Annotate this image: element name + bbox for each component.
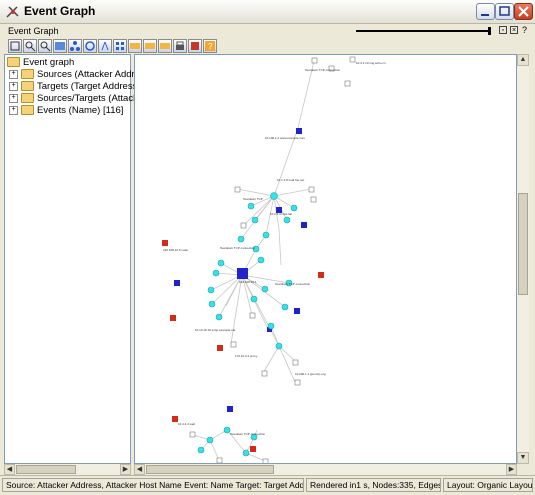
graph-canvas[interactable]: Teardown TCP connection 10.3.1.10 img.so… bbox=[134, 54, 517, 464]
status-layout-text: Layout: Organic Layout bbox=[443, 478, 533, 492]
hierarchical-layout-icon[interactable] bbox=[68, 39, 82, 53]
expand-icon[interactable]: + bbox=[9, 105, 18, 115]
help-icon[interactable]: ? bbox=[203, 39, 217, 53]
svg-text:Teardown TCP connection: Teardown TCP connection bbox=[230, 432, 265, 436]
svg-text:10.2.3.4 host.lan: 10.2.3.4 host.lan bbox=[270, 212, 293, 216]
select-tool-icon[interactable] bbox=[8, 39, 22, 53]
svg-text:192.168.10.5 node: 192.168.10.5 node bbox=[163, 248, 188, 252]
minimize-button[interactable] bbox=[476, 3, 495, 20]
filter-c-icon[interactable] bbox=[158, 39, 172, 53]
svg-text:10.100.1.2 www.example.com: 10.100.1.2 www.example.com bbox=[265, 136, 306, 140]
folder-icon bbox=[21, 105, 34, 116]
event-label: Teardown TCP connection bbox=[220, 246, 255, 250]
maximize-button[interactable] bbox=[495, 3, 514, 20]
panel-grip-line bbox=[356, 30, 488, 32]
folder-icon bbox=[21, 93, 34, 104]
export-icon[interactable] bbox=[188, 39, 202, 53]
svg-text:172.16.0.4 proxy: 172.16.0.4 proxy bbox=[235, 354, 258, 358]
tree-layout-icon[interactable] bbox=[98, 39, 112, 53]
graph-horizontal-thumb[interactable] bbox=[146, 465, 274, 474]
graph-vertical-thumb[interactable] bbox=[518, 193, 528, 295]
status-render-text: Rendered in1 s, Nodes:335, Edges:313 bbox=[306, 478, 441, 492]
tree-panel: Event graph +Sources (Attacker Address, … bbox=[4, 54, 255, 464]
svg-text:10.3.1.10 img.sohu.cn: 10.3.1.10 img.sohu.cn bbox=[356, 61, 386, 65]
zoom-in-icon[interactable] bbox=[38, 39, 52, 53]
scroll-right-icon[interactable]: ▶ bbox=[120, 464, 131, 475]
graph-layout-icon[interactable] bbox=[53, 39, 67, 53]
event-graph-app-icon bbox=[5, 4, 20, 19]
expand-icon[interactable]: + bbox=[9, 93, 18, 103]
panel-grip-thumb[interactable] bbox=[488, 27, 491, 35]
circular-layout-icon[interactable] bbox=[83, 39, 97, 53]
svg-text:10.1.1.8 mail.foo.net: 10.1.1.8 mail.foo.net bbox=[277, 178, 304, 182]
window-title: Event Graph bbox=[24, 4, 96, 18]
panel-restore-icon[interactable]: ▫ bbox=[499, 26, 507, 34]
folder-icon bbox=[7, 57, 20, 68]
center-node-label: 192.168.10.1 bbox=[239, 280, 257, 284]
svg-text:10.4.4.4 web: 10.4.4.4 web bbox=[178, 422, 196, 426]
svg-text:Teardown TCP connection: Teardown TCP connection bbox=[275, 282, 310, 286]
expand-icon[interactable]: + bbox=[9, 81, 18, 91]
tree-item-label: Events (Name) [116] bbox=[37, 105, 124, 116]
graph-scroll-right-icon[interactable]: ▶ bbox=[506, 464, 517, 475]
expand-icon[interactable]: + bbox=[9, 69, 18, 79]
svg-text:10.200.1.1 gw.corp.org: 10.200.1.1 gw.corp.org bbox=[295, 372, 326, 376]
print-icon[interactable] bbox=[173, 39, 187, 53]
folder-icon bbox=[21, 69, 34, 80]
panel-close-icon[interactable]: × bbox=[510, 26, 518, 34]
tree-root-label: Event graph bbox=[23, 57, 75, 68]
graph-scroll-left-icon[interactable]: ◀ bbox=[134, 464, 145, 475]
svg-text:Teardown TCP connection: Teardown TCP connection bbox=[305, 68, 340, 72]
scroll-down-icon[interactable]: ▼ bbox=[517, 452, 529, 464]
panel-title: Event Graph bbox=[8, 26, 59, 36]
tree-root[interactable]: Event graph bbox=[7, 57, 74, 69]
tree-scroll-thumb[interactable] bbox=[16, 465, 76, 474]
panel-help-icon[interactable]: ? bbox=[522, 25, 527, 35]
scroll-left-icon[interactable]: ◀ bbox=[4, 464, 15, 475]
scroll-up-icon[interactable]: ▲ bbox=[517, 54, 529, 66]
close-button[interactable] bbox=[514, 3, 533, 20]
svg-text:Teardown TCP: Teardown TCP bbox=[243, 197, 263, 201]
tree-item-events[interactable]: + Events (Name) [116] bbox=[9, 105, 123, 117]
filter-a-icon[interactable] bbox=[128, 39, 142, 53]
filter-b-icon[interactable] bbox=[143, 39, 157, 53]
grid-layout-icon[interactable] bbox=[113, 39, 127, 53]
zoom-fit-icon[interactable] bbox=[23, 39, 37, 53]
svg-text:10.10.10.10 smtp.example.net: 10.10.10.10 smtp.example.net bbox=[195, 328, 236, 332]
status-source-text: Source: Attacker Address, Attacker Host … bbox=[2, 478, 304, 492]
svg-text:?: ? bbox=[208, 42, 213, 51]
folder-icon bbox=[21, 81, 34, 92]
